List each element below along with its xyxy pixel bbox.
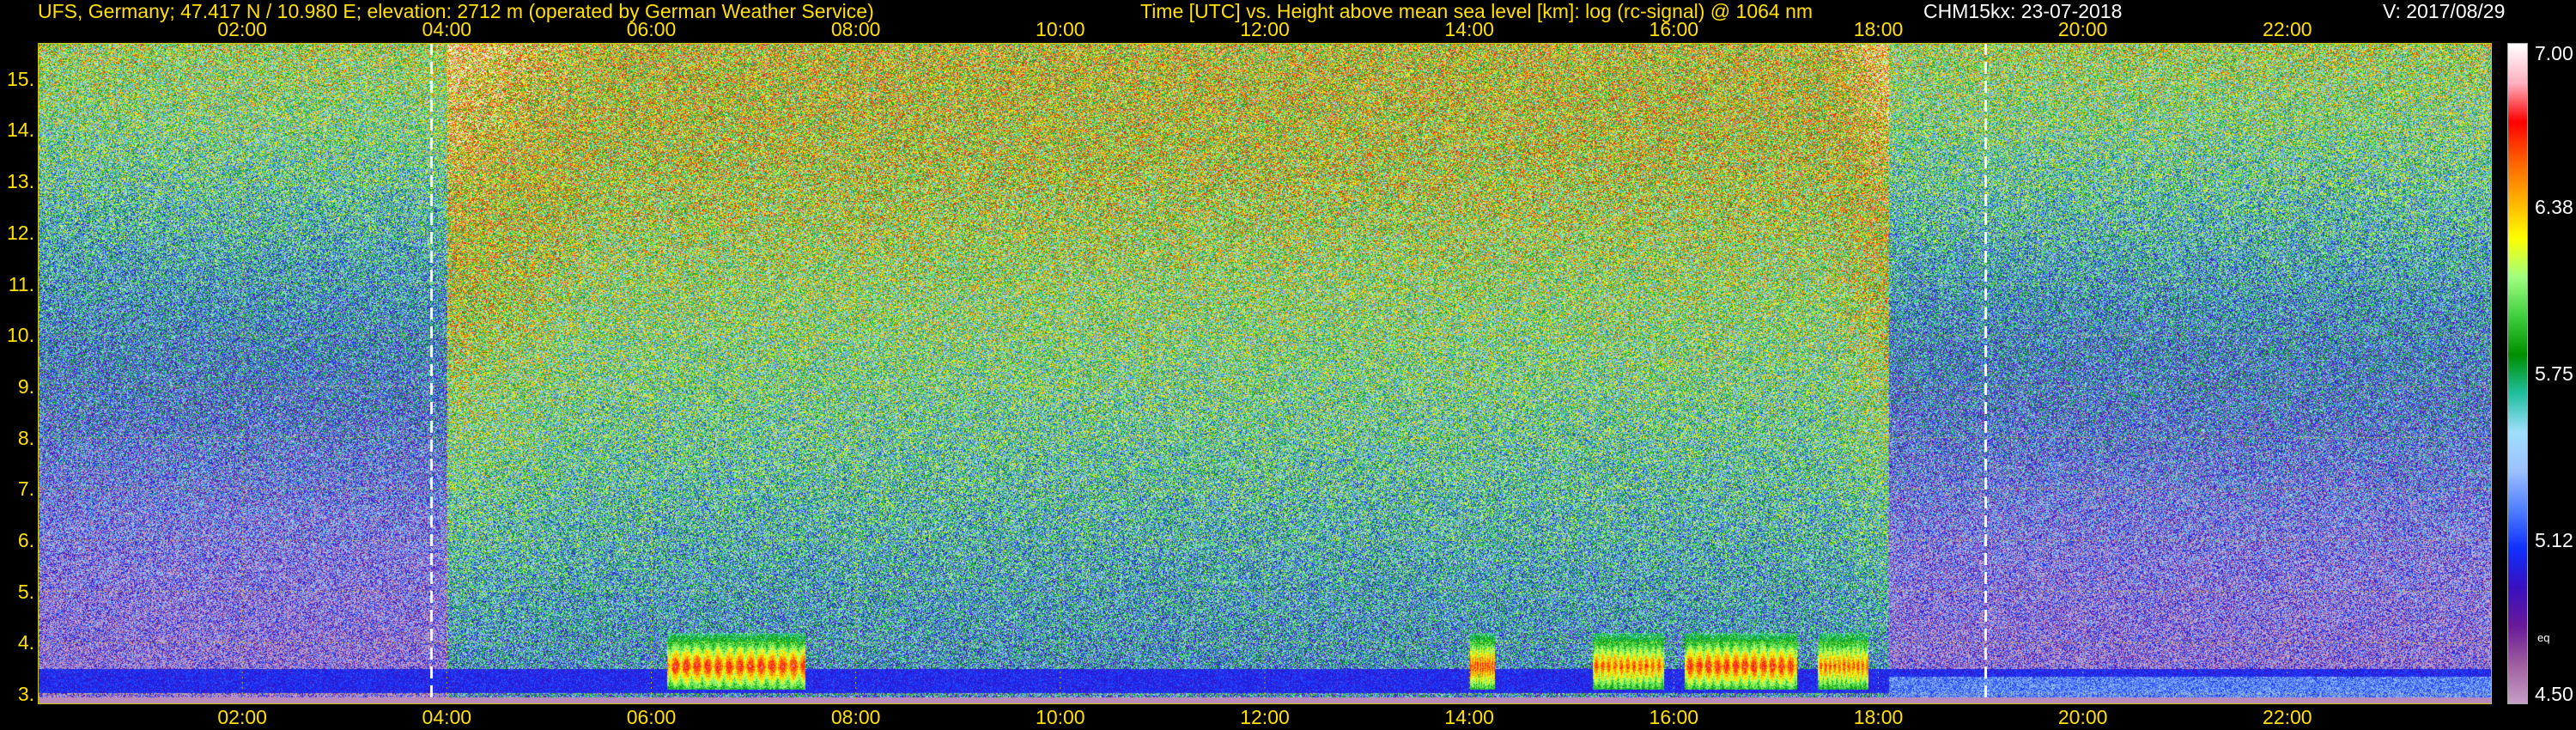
y-tick-label: 12. xyxy=(7,221,34,244)
colorbar-tick-label: 4.50 xyxy=(2535,683,2573,705)
x-tick-label: 16:00 xyxy=(1649,706,1699,728)
x-tick-label: 04:00 xyxy=(422,706,472,728)
y-tick-label: 10. xyxy=(7,324,34,347)
y-tick-label: 4. xyxy=(17,631,34,654)
y-tick-label: 14. xyxy=(7,119,34,142)
x-tick-label: 20:00 xyxy=(2057,706,2108,728)
x-tick-label: 10:00 xyxy=(1036,18,1085,40)
y-tick-label: 3. xyxy=(17,683,34,706)
x-tick-label: 14:00 xyxy=(1444,706,1494,728)
x-tick-label: 08:00 xyxy=(830,18,881,40)
x-tick-label: 18:00 xyxy=(1853,706,1904,728)
x-tick-label: 02:00 xyxy=(217,18,267,40)
x-tick-label: 10:00 xyxy=(1036,706,1085,728)
ceilometer-plot: UFS, Germany; 47.417 N / 10.980 E; eleva… xyxy=(0,0,2576,730)
x-tick-label: 12:00 xyxy=(1240,18,1290,40)
x-tick-label: 16:00 xyxy=(1649,18,1699,40)
x-tick-label: 14:00 xyxy=(1444,18,1494,40)
y-tick-label: 13. xyxy=(7,170,34,193)
x-tick-label: 12:00 xyxy=(1240,706,1290,728)
backscatter-heatmap xyxy=(38,43,2492,704)
x-tick-label: 20:00 xyxy=(2057,18,2108,40)
colorbar-tick-label: 7.00 xyxy=(2535,42,2573,64)
y-tick-label: 11. xyxy=(8,272,34,295)
y-tick-label: 9. xyxy=(17,374,34,398)
version-label: V: 2017/08/29 xyxy=(2383,0,2506,22)
x-tick-label: 06:00 xyxy=(626,18,677,40)
plot-grid xyxy=(38,43,2492,704)
x-tick-label: 06:00 xyxy=(626,706,677,728)
colorbar-tick-label: 5.12 xyxy=(2535,529,2573,552)
x-tick-label: 02:00 xyxy=(217,706,267,728)
colorbar-unit: eq xyxy=(2537,631,2550,644)
x-tick-label: 22:00 xyxy=(2263,18,2312,40)
x-tick-label: 04:00 xyxy=(422,18,472,40)
y-tick-label: 8. xyxy=(17,426,34,449)
colorbar-tick-label: 5.75 xyxy=(2535,362,2573,385)
y-tick-label: 7. xyxy=(17,478,34,501)
colorbar xyxy=(2507,43,2528,704)
x-tick-label: 22:00 xyxy=(2263,706,2312,728)
x-tick-label: 18:00 xyxy=(1853,18,1904,40)
x-tick-label: 08:00 xyxy=(830,706,881,728)
y-tick-label: 15. xyxy=(7,67,34,90)
y-tick-label: 6. xyxy=(17,528,34,551)
y-tick-label: 5. xyxy=(17,580,34,603)
colorbar-tick-label: 6.38 xyxy=(2535,195,2573,218)
